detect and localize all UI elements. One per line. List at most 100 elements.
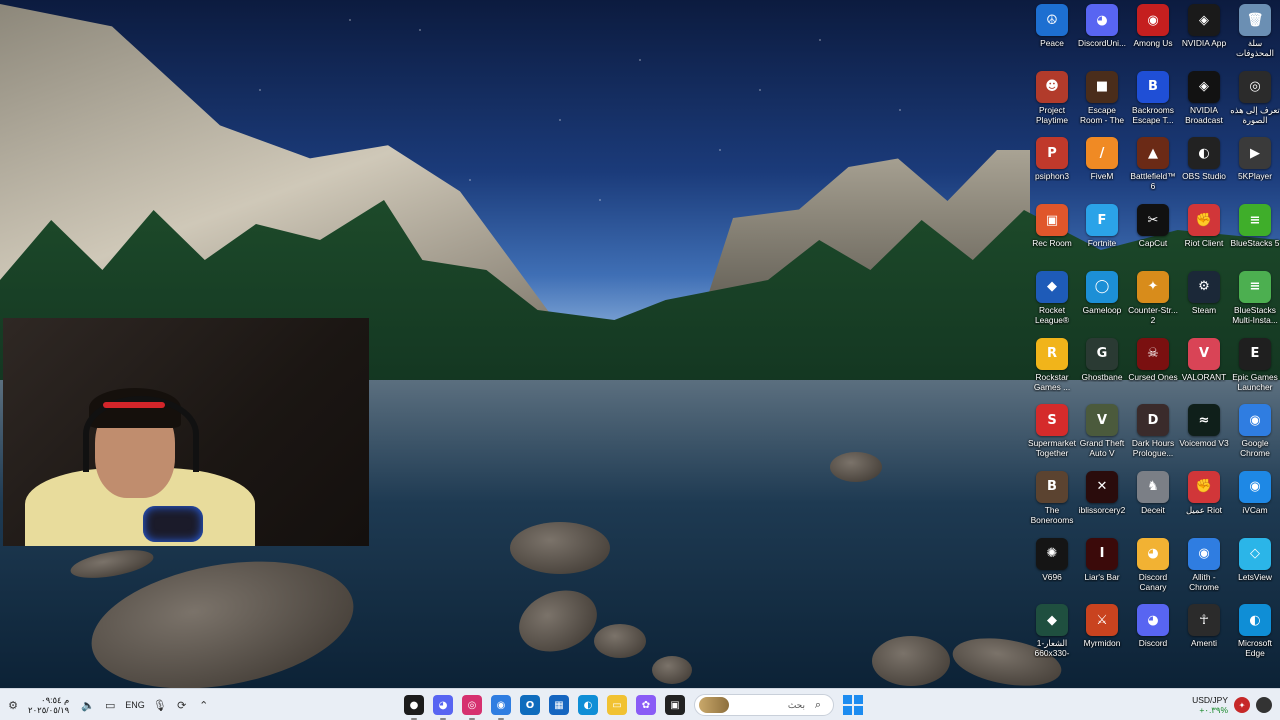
desktop-icon[interactable]: R Rockstar Games ... <box>1026 337 1078 392</box>
desktop-icon[interactable]: ◯ Gameloop <box>1076 270 1128 315</box>
app-icon: ◎ <box>1239 70 1271 103</box>
explorer-app-icon[interactable]: ▭ <box>607 695 627 715</box>
desktop-icon[interactable]: ≡ BlueStacks 5 <box>1229 204 1280 248</box>
desktop-icon-label: BlueStacks 5 <box>1230 238 1280 249</box>
stock-ticker[interactable]: USD/JPY +٠.٣٩% <box>1192 695 1228 715</box>
desktop-icon[interactable]: ⚙ Steam <box>1178 270 1230 315</box>
copilot-app-icon[interactable]: ✿ <box>636 695 656 715</box>
desktop-icon[interactable]: ☮ Peace <box>1026 4 1078 48</box>
desktop-icon[interactable]: ◉ Google Chrome <box>1229 404 1280 458</box>
desktop-icon[interactable]: ✊ Riot Client <box>1178 204 1230 248</box>
desktop-icon[interactable]: I Liar's Bar <box>1076 537 1128 582</box>
desktop-icon-label: Amenti <box>1190 638 1218 649</box>
desktop-icon[interactable]: ◈ NVIDIA Broadcast <box>1178 70 1230 125</box>
search-box[interactable]: بحث ⌕ <box>694 694 834 716</box>
desktop-icon[interactable]: V Grand Theft Auto V <box>1076 404 1128 458</box>
desktop-icon[interactable]: ⚔ Myrmidon <box>1076 604 1128 648</box>
app-icon: ■ <box>1086 70 1118 103</box>
desktop-icon-label: DiscordUni... <box>1078 38 1126 48</box>
chrome-app-icon[interactable]: ◉ <box>491 695 511 720</box>
language-indicator[interactable]: ENG <box>125 700 145 710</box>
desktop-icon[interactable]: ◕ Discord <box>1127 604 1179 648</box>
desktop-icon[interactable]: ◐ OBS Studio <box>1178 137 1230 181</box>
desktop-icon[interactable]: ◇ LetsView <box>1229 537 1280 582</box>
desktop-icon[interactable]: ≡ BlueStacks Multi-Insta... <box>1229 270 1280 325</box>
app-icon: ✦ <box>1137 270 1169 303</box>
desktop-icon[interactable]: G Ghostbane <box>1076 337 1128 382</box>
desktop-icon[interactable]: ■Escape Room - The Sick ... <box>1076 70 1128 126</box>
desktop-icon[interactable]: ✦ Counter-Str... 2 <box>1127 270 1179 325</box>
desktop-icon[interactable]: ▶ 5KPlayer <box>1229 137 1280 181</box>
app-icon: ◉ <box>1188 537 1220 570</box>
pinned-apps: ● ◕ ◎ ◉ O ▦ ◐ ▭ ✿ ▣ <box>404 695 685 720</box>
discord-app-icon[interactable]: ◕ <box>433 695 453 720</box>
app-icon: ◐ <box>1188 137 1220 170</box>
desktop-icon[interactable]: V VALORANT <box>1178 337 1230 382</box>
desktop-icon[interactable]: / FiveM <box>1076 137 1128 181</box>
desktop-icon-label: Ghostbane <box>1081 371 1123 382</box>
network-icon[interactable]: ▭ <box>103 698 117 712</box>
desktop-icon[interactable]: ☻ Project Playtime <box>1026 70 1078 125</box>
gta-app-icon[interactable]: ● <box>404 695 424 720</box>
chevron-up-icon[interactable]: ⌃ <box>197 698 211 712</box>
microphone-icon[interactable]: 🎙 <box>153 698 167 712</box>
clock-date: ٢٠٢٥/٠٥/١٩ <box>28 705 70 715</box>
desktop-icon[interactable]: ◉ Allith - Chrome <box>1178 537 1230 592</box>
desktop-icon[interactable]: ◎ تعرف إلى هذه الصورة <box>1229 70 1280 125</box>
desktop-icon[interactable]: ♞ Deceit <box>1127 470 1179 515</box>
widget-icon <box>1256 697 1272 713</box>
desktop-icon[interactable]: Ppsiphon3 <box>1026 137 1078 181</box>
desktop-icon[interactable]: D Dark Hours Prologue... <box>1127 404 1179 458</box>
volume-icon[interactable]: 🔈 <box>81 698 95 712</box>
sync-icon[interactable]: ⟳ <box>175 698 189 712</box>
desktop-icon[interactable]: F Fortnite <box>1076 204 1128 248</box>
desktop-icon[interactable]: ◉ Among Us <box>1127 4 1179 48</box>
desktop-icon[interactable]: B Backrooms Escape T... <box>1127 70 1179 125</box>
outlook-app-icon[interactable]: O <box>520 695 540 715</box>
store-app-icon[interactable]: ▦ <box>549 695 569 715</box>
desktop-icon[interactable]: ✊ عميل Riot <box>1178 470 1230 515</box>
desktop-icon-label: Steam <box>1191 304 1217 315</box>
desktop-icon[interactable]: ◕ DiscordUni... <box>1076 4 1128 48</box>
desktop-icon[interactable]: ✺ V696 <box>1026 537 1078 582</box>
desktop-icon[interactable]: ◐ Microsoft Edge <box>1229 604 1280 658</box>
settings-icon[interactable]: ⚙ <box>6 698 20 712</box>
desktop-icon-label: Gameloop <box>1082 304 1122 315</box>
desktop-icon[interactable]: ≈ Voicemod V3 <box>1178 404 1230 448</box>
app-icon: ◆ <box>1036 604 1068 637</box>
ticker-change: +٠.٣٩% <box>1199 705 1228 715</box>
desktop-icon-label: 5KPlayer <box>1238 171 1272 182</box>
desktop-icon[interactable]: ▲ Battlefield™ 6 <box>1127 137 1179 191</box>
desktop-icon-label: Google Chrome <box>1240 438 1270 459</box>
clock[interactable]: م ٠٩:٥٤ ٢٠٢٥/٠٥/١٩ <box>28 695 69 715</box>
desktop-icon[interactable]: ◉ iVCam <box>1229 470 1280 515</box>
desktop-icon-label: Epic Games Launcher <box>1232 371 1278 392</box>
desktop-icon[interactable]: ☥ Amenti <box>1178 604 1230 648</box>
desktop-icon-label: Discord Canary <box>1138 571 1168 592</box>
desktop-icon[interactable]: ✕ iblissorcery2 <box>1076 470 1128 515</box>
desktop-icon[interactable]: ◕ Discord Canary <box>1127 537 1179 592</box>
widgets-area[interactable]: USD/JPY +٠.٣٩% ✦ <box>1192 689 1272 720</box>
desktop-icon[interactable]: ✂ CapCut <box>1127 204 1179 248</box>
desktop-icon[interactable]: ▣ Rec Room <box>1026 204 1078 248</box>
instagram-app-icon[interactable]: ◎ <box>462 695 482 720</box>
app-icon: ▲ <box>1137 137 1169 170</box>
desktop-icon-label: Microsoft Edge <box>1238 638 1272 659</box>
desktop-icon[interactable]: ◆ الشعار-1 660x330- <box>1026 604 1078 658</box>
wallpaper-rock <box>594 624 646 658</box>
desktop-icon-label: Fortnite <box>1087 238 1117 249</box>
desktop-icon[interactable]: S Supermarket Together <box>1026 404 1078 458</box>
search-icon: ⌕ <box>814 698 822 711</box>
terminal-app-icon[interactable]: ▣ <box>665 695 685 715</box>
edge-app-icon[interactable]: ◐ <box>578 695 598 715</box>
desktop-icon[interactable]: 🗑 سلة المحذوفات <box>1229 4 1280 58</box>
desktop-icon-label: Liar's Bar <box>1084 571 1120 582</box>
start-button[interactable] <box>843 695 863 715</box>
desktop-icon[interactable]: ☠ Cursed Ones <box>1127 337 1179 382</box>
desktop-icon-label: iVCam <box>1242 504 1268 515</box>
desktop-icon[interactable]: ◆ Rocket League® <box>1026 270 1078 325</box>
desktop-icon[interactable]: B The Bonerooms <box>1026 470 1078 525</box>
desktop-icon[interactable]: ◈ NVIDIA App <box>1178 4 1230 48</box>
desktop-icon[interactable]: E Epic Games Launcher <box>1229 337 1280 392</box>
app-icon: ✺ <box>1036 537 1068 570</box>
